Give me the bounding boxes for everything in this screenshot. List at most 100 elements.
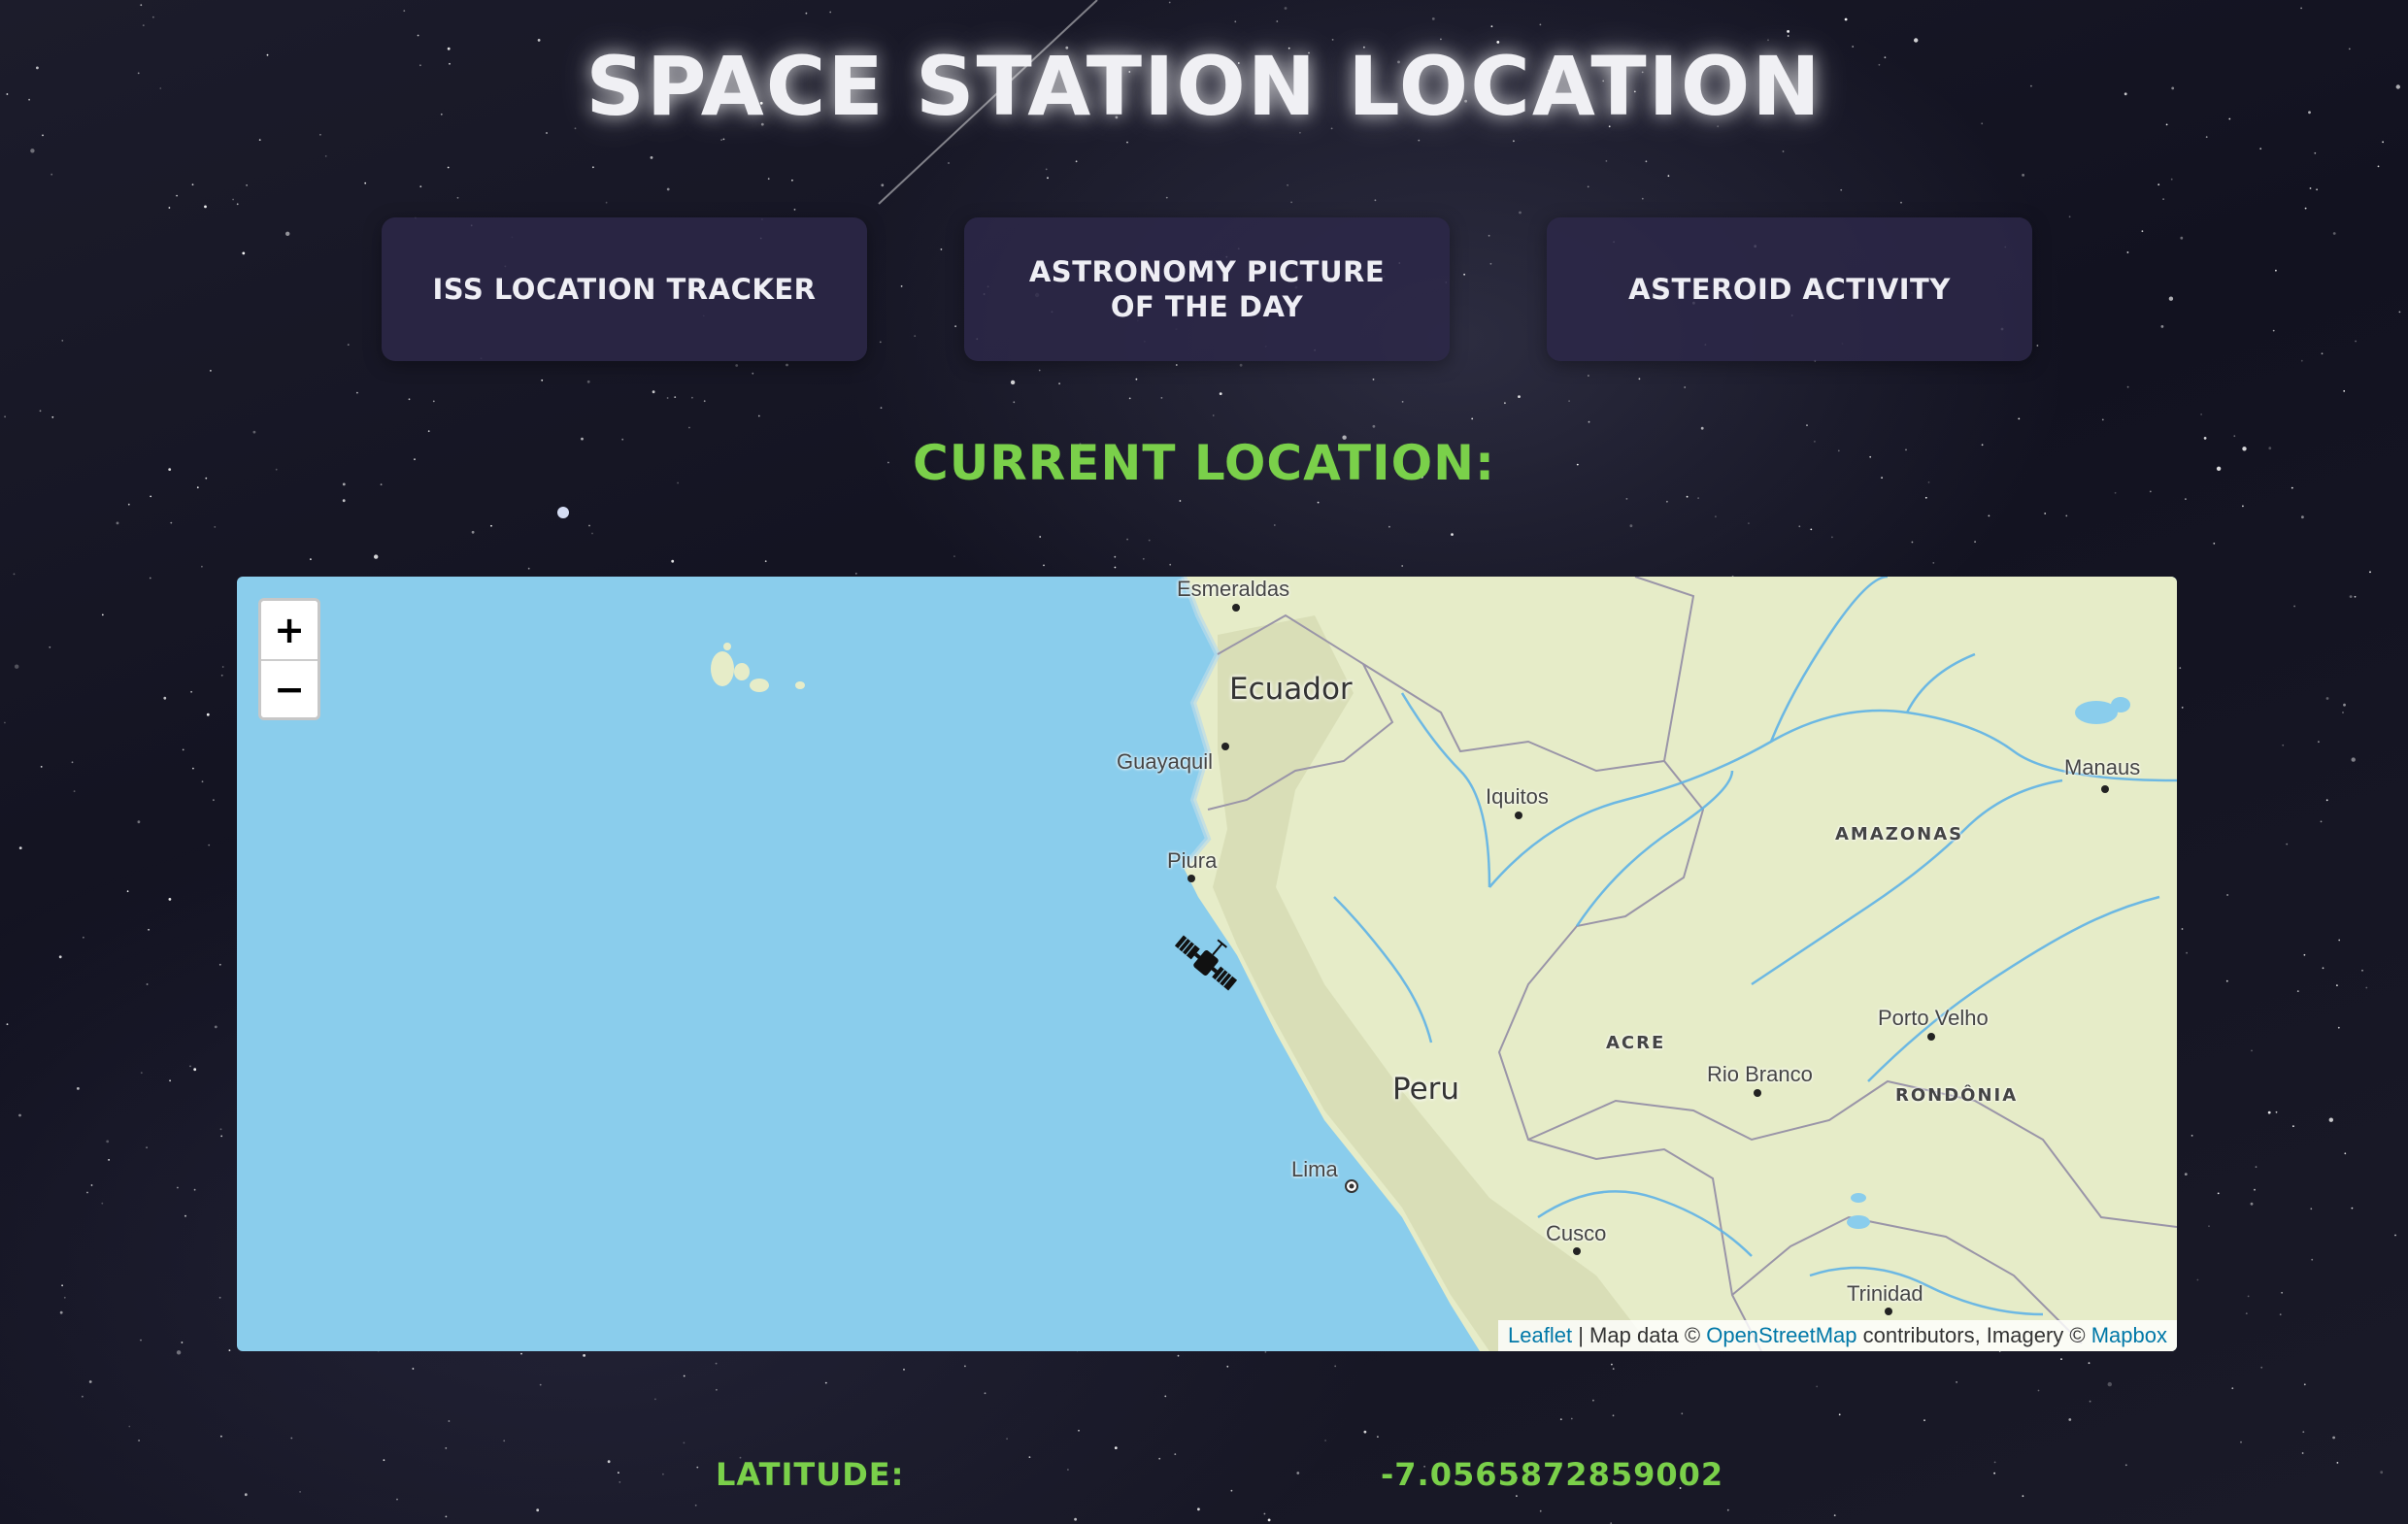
nav-iss-location-tracker[interactable]: ISS Location Tracker (382, 217, 867, 361)
star (2325, 799, 2328, 802)
star (791, 179, 793, 182)
star (181, 1342, 184, 1343)
star (2314, 151, 2317, 154)
zoom-out-button[interactable]: − (261, 659, 318, 717)
star (2180, 236, 2184, 240)
iss-map[interactable]: Esmeraldas Ecuador Guayaquil Iquitos Man… (237, 577, 2177, 1351)
star (30, 149, 35, 153)
star (1974, 541, 1976, 543)
star (2251, 1049, 2253, 1052)
star (691, 396, 693, 399)
star (2365, 986, 2368, 989)
star (1263, 1512, 1266, 1515)
star (1165, 196, 1168, 199)
star (1010, 380, 1016, 385)
star (1374, 199, 1377, 202)
star (2181, 707, 2184, 709)
star (2398, 311, 2401, 314)
star (184, 1214, 186, 1217)
star (2022, 1495, 2024, 1498)
star (101, 613, 104, 616)
star (2267, 1110, 2271, 1114)
star (1067, 1469, 1069, 1471)
star (1900, 201, 1902, 204)
star (218, 1296, 221, 1299)
nav-astronomy-picture[interactable]: Astronomy Picture of the Day (964, 217, 1450, 361)
star (2382, 141, 2385, 144)
star (2301, 1452, 2304, 1454)
star (2303, 953, 2306, 956)
star (82, 1395, 84, 1398)
star (2349, 595, 2353, 598)
openstreetmap-link[interactable]: OpenStreetMap (1706, 1323, 1856, 1347)
star (148, 928, 150, 931)
region-label-amazonas: AMAZONAS (1835, 824, 1964, 845)
satellite-icon[interactable] (1167, 924, 1245, 1002)
star (2185, 498, 2187, 500)
star (1401, 565, 1404, 567)
star (149, 577, 151, 580)
star (228, 1349, 231, 1351)
star (2018, 417, 2021, 420)
star (1287, 183, 1288, 186)
map-attribution: Leaflet | Map data © OpenStreetMap contr… (1498, 1320, 2177, 1351)
star (2281, 1291, 2284, 1294)
star (1175, 364, 1178, 366)
star (1489, 262, 1492, 265)
star (193, 1188, 196, 1191)
nav-asteroid-activity[interactable]: Asteroid Activity (1547, 217, 2032, 361)
star (767, 178, 770, 181)
star (1273, 524, 1276, 526)
star (218, 963, 221, 966)
star (586, 380, 590, 383)
star (2126, 251, 2129, 253)
star (2200, 414, 2203, 415)
star (1372, 424, 1376, 428)
star (1539, 23, 1542, 26)
star (1726, 1508, 1729, 1511)
star (116, 521, 119, 525)
star (1168, 1, 1171, 4)
star (1363, 1430, 1367, 1434)
star (688, 426, 690, 429)
star (1490, 25, 1493, 28)
star (1317, 501, 1320, 504)
leaflet-link[interactable]: Leaflet (1508, 1323, 1572, 1347)
nav-label: Asteroid Activity (1628, 272, 1951, 306)
star (219, 1128, 222, 1131)
star (403, 10, 406, 13)
star (592, 166, 594, 169)
star (2320, 820, 2323, 823)
star (2296, 990, 2299, 992)
star (2279, 1313, 2282, 1316)
star (2250, 1202, 2254, 1206)
star (2286, 843, 2289, 845)
star (793, 209, 796, 211)
attribution-text: contributors, Imagery © (1856, 1323, 2091, 1347)
star (2361, 969, 2363, 972)
star (319, 133, 321, 136)
star (2022, 174, 2025, 177)
star (1516, 1495, 1518, 1497)
star (953, 555, 955, 557)
star (2160, 325, 2164, 328)
star (619, 1481, 621, 1483)
star (1126, 141, 1128, 144)
star (1148, 539, 1151, 542)
country-label-peru: Peru (1392, 1072, 1460, 1107)
star (1177, 1354, 1180, 1357)
star (1568, 400, 1570, 402)
star (1276, 20, 1279, 22)
star (140, 1339, 142, 1342)
star (1174, 1453, 1177, 1455)
zoom-in-button[interactable]: + (261, 601, 318, 659)
star (696, 1466, 699, 1469)
star (2343, 703, 2346, 707)
mapbox-link[interactable]: Mapbox (2091, 1323, 2167, 1347)
star (1463, 273, 1465, 276)
star (1164, 1395, 1167, 1398)
star (1629, 524, 1633, 528)
star (503, 1440, 506, 1442)
star (2300, 359, 2303, 362)
star (662, 1473, 664, 1475)
